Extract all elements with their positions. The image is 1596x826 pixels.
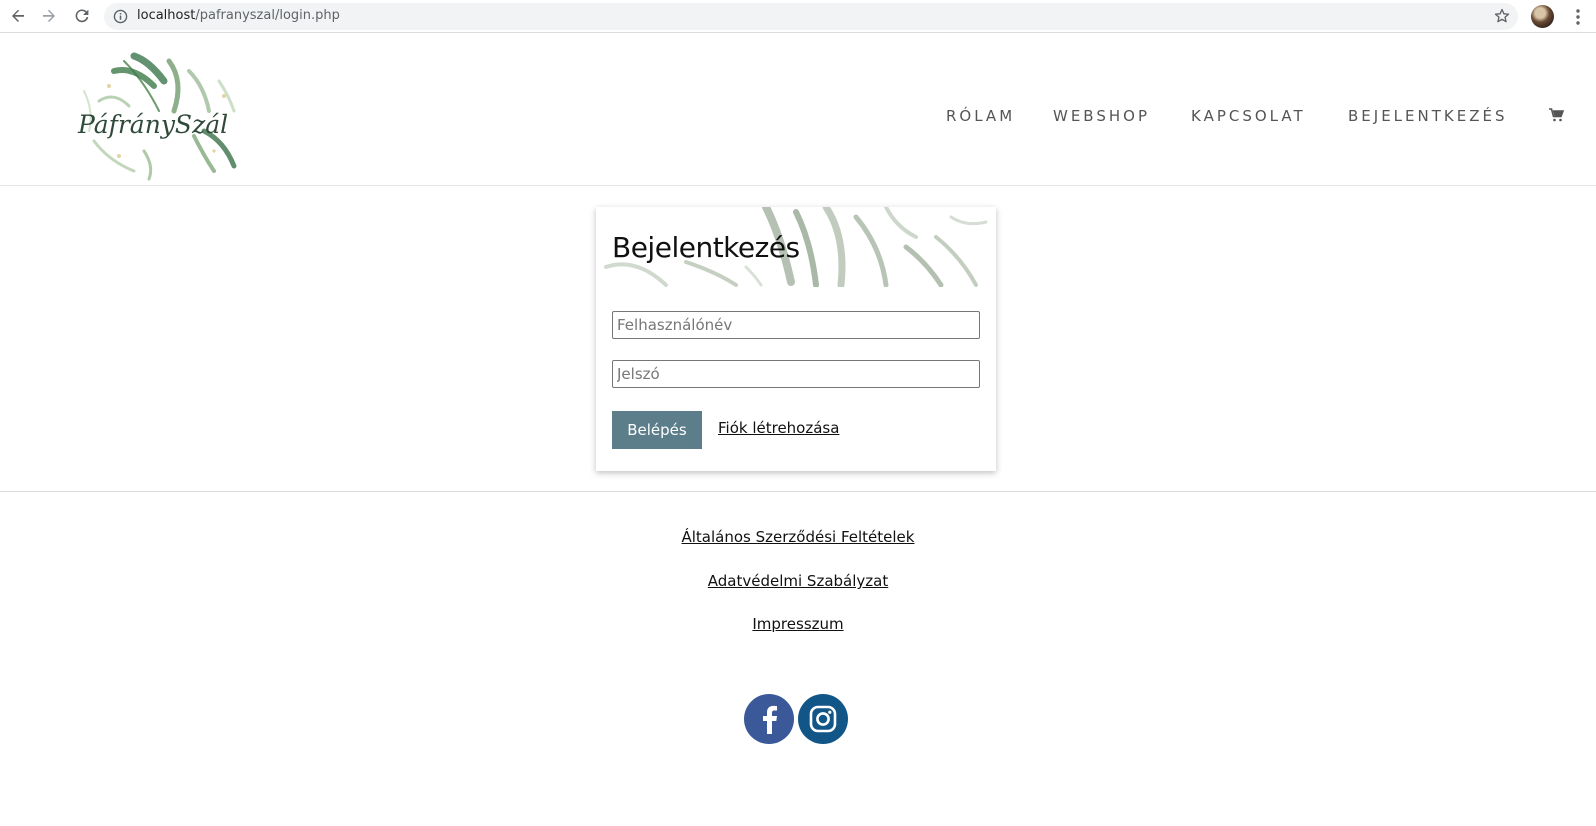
logo-wordmark: PáfránySzál: [77, 110, 228, 139]
reload-icon: [75, 9, 89, 23]
info-icon: [113, 9, 128, 24]
nav-item-kapcsolat[interactable]: KAPCSOLAT: [1191, 107, 1306, 125]
terms-link[interactable]: Általános Szerződési Feltételek: [682, 528, 915, 546]
shopping-cart-icon: [1549, 108, 1565, 122]
forward-button[interactable]: [38, 5, 60, 27]
site-footer: Általános Szerződési Feltételek Adatvéde…: [0, 491, 1596, 826]
arrow-right-icon: [43, 9, 55, 22]
login-card: Bejelentkezés Belépés Fiók létrehozása: [596, 207, 996, 471]
bookmark-star-icon[interactable]: [1494, 8, 1510, 24]
privacy-link[interactable]: Adatvédelmi Szabályzat: [708, 572, 888, 590]
arrow-left-icon: [12, 9, 24, 22]
url-path: /pafranyszal/login.php: [195, 8, 340, 23]
footer-link-terms: Általános Szerződési Feltételek: [0, 528, 1596, 546]
address-bar[interactable]: localhost/pafranyszal/login.php: [104, 3, 1518, 30]
url-text: localhost/pafranyszal/login.php: [137, 8, 340, 23]
profile-avatar[interactable]: [1531, 5, 1554, 28]
site-header: PáfránySzál RÓLAM WEBSHOP KAPCSOLAT BEJE…: [0, 33, 1596, 186]
nav-item-bejelentkezes[interactable]: BEJELENTKEZÉS: [1348, 107, 1507, 125]
nav-item-webshop[interactable]: WEBSHOP: [1053, 107, 1150, 125]
instagram-icon: [809, 705, 837, 733]
username-input[interactable]: [612, 311, 980, 339]
cart-button[interactable]: [1549, 107, 1565, 126]
footer-link-privacy: Adatvédelmi Szabályzat: [0, 572, 1596, 590]
fern-logo-icon: PáfránySzál: [77, 52, 237, 181]
password-input[interactable]: [612, 360, 980, 388]
reload-button[interactable]: [71, 5, 93, 27]
create-account-link[interactable]: Fiók létrehozása: [718, 419, 839, 437]
browser-toolbar: localhost/pafranyszal/login.php: [0, 0, 1596, 33]
instagram-button[interactable]: [798, 694, 848, 744]
login-button[interactable]: Belépés: [612, 411, 702, 449]
page-title: Bejelentkezés: [612, 231, 800, 264]
back-button[interactable]: [7, 5, 29, 27]
login-card-header: Bejelentkezés: [596, 207, 996, 287]
imprint-link[interactable]: Impresszum: [752, 615, 843, 633]
url-host: localhost: [137, 8, 196, 23]
site-logo[interactable]: PáfránySzál: [74, 41, 250, 181]
facebook-icon: [763, 705, 777, 734]
nav-item-rolam[interactable]: RÓLAM: [946, 107, 1015, 125]
facebook-button[interactable]: [744, 694, 794, 744]
footer-link-imprint: Impresszum: [0, 615, 1596, 633]
browser-menu-icon[interactable]: [1568, 7, 1588, 27]
